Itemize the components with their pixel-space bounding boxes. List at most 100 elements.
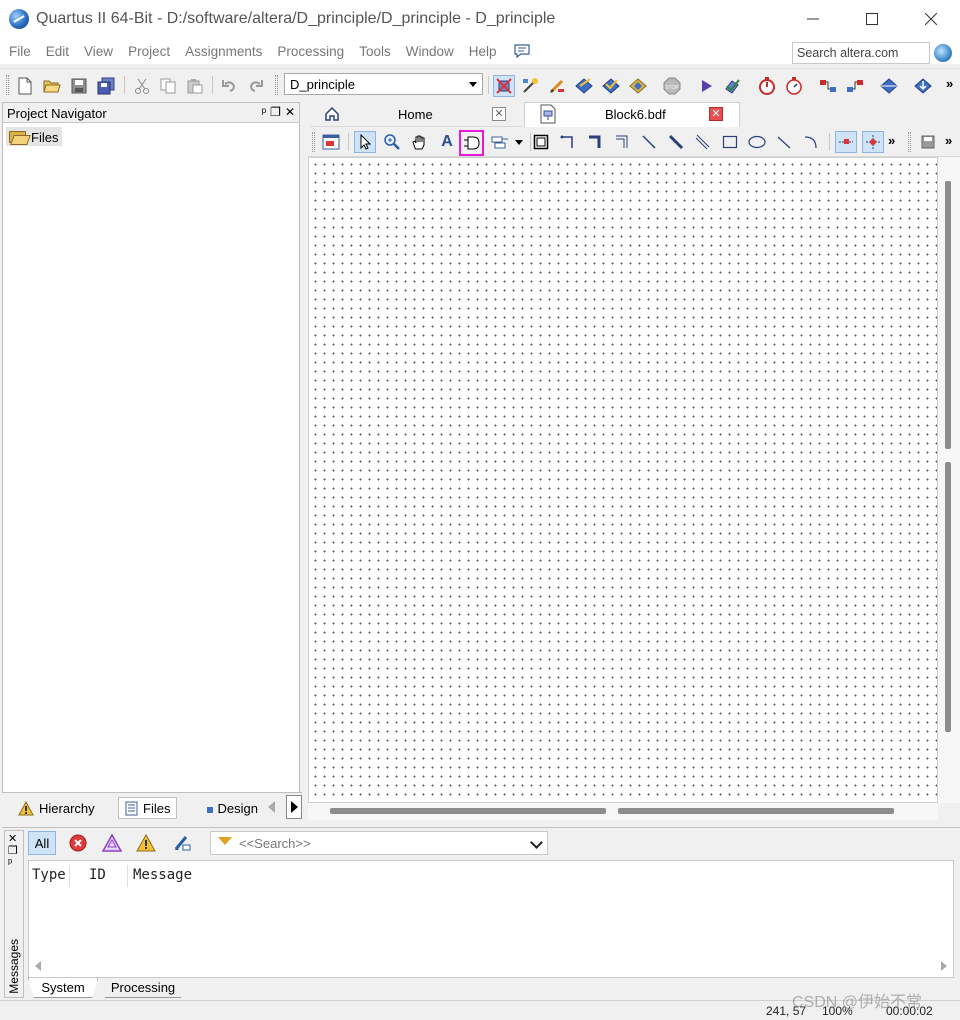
open-button[interactable] [41, 75, 63, 97]
tab-system[interactable]: System [28, 978, 98, 998]
orthogonal-conduit-tool-button[interactable] [611, 131, 633, 153]
pin-tool-dropdown-icon[interactable] [515, 140, 523, 145]
toolbar-grip[interactable] [6, 75, 9, 95]
chip-planner-button[interactable] [493, 75, 515, 97]
messages-search-input[interactable]: <<Search>> [210, 831, 548, 855]
text-tool-button[interactable]: A [436, 131, 458, 153]
tab-hierarchy[interactable]: Hierarchy [12, 797, 101, 819]
symbol-tool-button[interactable] [459, 130, 484, 156]
detach-window-button[interactable] [320, 131, 342, 153]
canvas-vertical-scrollbar[interactable] [938, 157, 960, 803]
chevron-down-icon[interactable] [530, 836, 543, 849]
menu-file[interactable]: File [0, 44, 38, 59]
close-tab-block6-icon[interactable]: ✕ [709, 107, 723, 121]
block-tool-button[interactable] [530, 131, 552, 153]
menu-help[interactable]: Help [461, 44, 504, 59]
close-tab-home-icon[interactable]: ✕ [492, 107, 506, 121]
arc-tool-button[interactable] [800, 131, 822, 153]
copy-button[interactable] [157, 75, 179, 97]
toolbar-overflow-button[interactable]: » [946, 76, 953, 91]
messages-list[interactable]: Type ID Message [28, 860, 954, 978]
analysis-button[interactable] [627, 75, 649, 97]
rectangle-tool-button[interactable] [719, 131, 741, 153]
altera-search-input[interactable]: Search altera.com [792, 42, 930, 64]
diagonal-conduit-tool-button[interactable] [692, 131, 714, 153]
save-all-button[interactable] [95, 75, 117, 97]
toolbar-grip[interactable] [312, 132, 315, 152]
scroll-right-icon[interactable] [941, 961, 947, 971]
project-combo[interactable]: D_principle [284, 73, 483, 95]
timing-analyzer-button[interactable] [756, 75, 778, 97]
column-separator[interactable] [127, 865, 128, 887]
toolbar-overflow-button[interactable]: » [888, 133, 895, 148]
filter-all-button[interactable]: All [28, 831, 56, 855]
canvas-horizontal-scrollbar[interactable] [308, 803, 938, 820]
horizontal-scroll-thumb[interactable] [618, 808, 894, 814]
orthogonal-bus-tool-button[interactable] [584, 131, 606, 153]
pin-tool-button[interactable] [489, 131, 511, 153]
design-assistant-button[interactable] [600, 75, 622, 97]
stop-button[interactable]: STOP [661, 75, 683, 97]
tab-block6-bdf[interactable]: Block6.bdf ✕ [524, 102, 740, 127]
close-window-button[interactable] [901, 0, 960, 38]
pin-icon[interactable]: ᵖ [8, 857, 18, 869]
pin-icon[interactable]: ᵖ [262, 105, 267, 119]
close-panel-icon[interactable]: ✕ [8, 833, 18, 845]
filter-suppressed-button[interactable] [168, 831, 196, 855]
tab-files[interactable]: Files [118, 797, 178, 819]
horizontal-scroll-thumb[interactable] [330, 808, 606, 814]
paste-button[interactable] [184, 75, 206, 97]
pin-planner-button[interactable] [546, 75, 568, 97]
vertical-scroll-thumb[interactable] [945, 181, 951, 449]
analysis-synthesis-button[interactable] [721, 75, 743, 97]
filter-warnings-button[interactable] [132, 831, 160, 855]
filter-critical-warnings-button[interactable] [98, 831, 126, 855]
feedback-icon[interactable] [513, 43, 531, 59]
tab-processing[interactable]: Processing [98, 978, 188, 998]
scroll-left-icon[interactable] [35, 961, 41, 971]
toolbar-overflow-button[interactable]: » [945, 133, 952, 148]
timequest-button[interactable] [783, 75, 805, 97]
menu-project[interactable]: Project [120, 44, 177, 59]
partial-line-selection-button[interactable] [835, 131, 857, 153]
globe-icon[interactable] [934, 44, 952, 62]
tab-home[interactable]: Home ✕ [310, 102, 522, 127]
tree-item-files[interactable]: Files [6, 127, 63, 146]
diagonal-bus-tool-button[interactable] [665, 131, 687, 153]
start-compilation-button[interactable] [695, 75, 717, 97]
menu-view[interactable]: View [76, 44, 120, 59]
oval-tool-button[interactable] [746, 131, 768, 153]
toolbar-grip[interactable] [275, 75, 278, 95]
redo-button[interactable] [245, 75, 267, 97]
rubberbanding-button[interactable] [862, 131, 884, 153]
toolbar-grip[interactable] [908, 132, 911, 152]
column-message-header[interactable]: Message [133, 867, 192, 883]
cut-button[interactable] [131, 75, 153, 97]
technology-map-button[interactable] [844, 75, 866, 97]
rtl-viewer-button[interactable] [817, 75, 839, 97]
column-type-header[interactable]: Type [32, 867, 68, 883]
tab-scroll-left-icon[interactable] [268, 801, 275, 813]
restore-icon[interactable]: ❐ [8, 845, 18, 857]
save-block-button[interactable] [917, 131, 939, 153]
close-panel-icon[interactable]: ✕ [285, 105, 295, 119]
save-button[interactable] [68, 75, 90, 97]
diagonal-node-tool-button[interactable] [638, 131, 660, 153]
orthogonal-node-tool-button[interactable] [557, 131, 579, 153]
programmer-button[interactable] [878, 75, 900, 97]
tab-design-units[interactable]: Design [200, 797, 264, 819]
line-tool-button[interactable] [773, 131, 795, 153]
restore-icon[interactable]: ❐ [270, 105, 281, 119]
column-separator[interactable] [69, 865, 70, 887]
hand-tool-button[interactable] [408, 131, 430, 153]
menu-window[interactable]: Window [398, 44, 461, 59]
column-id-header[interactable]: ID [89, 867, 106, 883]
vertical-scroll-thumb[interactable] [945, 462, 951, 732]
menu-assignments[interactable]: Assignments [177, 44, 269, 59]
undo-button[interactable] [218, 75, 240, 97]
assignment-editor-button[interactable] [519, 75, 541, 97]
selection-tool-button[interactable] [354, 131, 376, 153]
zoom-tool-button[interactable] [381, 131, 403, 153]
menu-tools[interactable]: Tools [351, 44, 398, 59]
settings-button[interactable] [573, 75, 595, 97]
